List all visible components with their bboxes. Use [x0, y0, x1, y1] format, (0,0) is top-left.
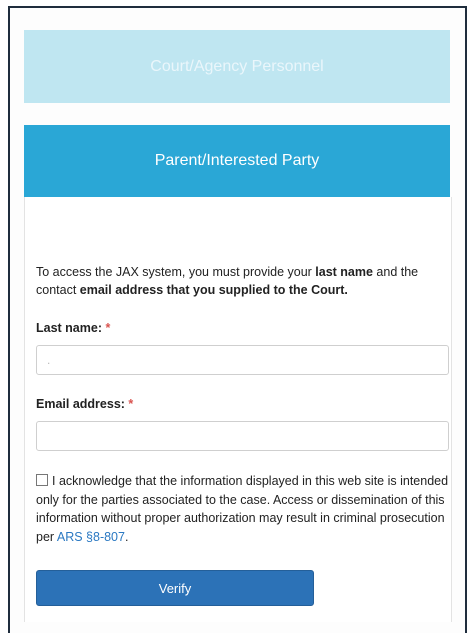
email-input[interactable] — [36, 421, 449, 451]
intro-part-1: To access the JAX system, you must provi… — [36, 265, 316, 279]
required-marker: * — [105, 321, 111, 335]
intro-bold-last-name: last name — [315, 265, 373, 279]
intro-text: To access the JAX system, you must provi… — [36, 263, 446, 299]
email-label: Email address: * — [36, 397, 133, 411]
required-marker: * — [128, 397, 134, 411]
last-name-label-text: Last name: — [36, 321, 102, 335]
intro-bold-email: email address that you supplied to the C… — [79, 283, 348, 297]
verify-button[interactable]: Verify — [36, 570, 314, 606]
tab-parent-label: Parent/Interested Party — [154, 152, 320, 169]
verify-button-label: Verify — [158, 580, 192, 596]
tab-court-agency-personnel[interactable]: Court/Agency Personnel — [24, 30, 450, 103]
acknowledgement: I acknowledge that the information displ… — [36, 472, 454, 546]
acknowledgement-suffix: . — [124, 529, 129, 544]
tab-court-label: Court/Agency Personnel — [150, 57, 324, 75]
ars-statute-link[interactable]: ARS §8-807 — [57, 530, 125, 544]
tab-parent-interested-party[interactable]: Parent/Interested Party — [24, 125, 450, 197]
last-name-input[interactable]: . — [36, 345, 449, 375]
email-label-text: Email address: — [36, 397, 125, 411]
acknowledge-checkbox[interactable] — [36, 474, 48, 486]
last-name-label: Last name: * — [36, 321, 110, 335]
